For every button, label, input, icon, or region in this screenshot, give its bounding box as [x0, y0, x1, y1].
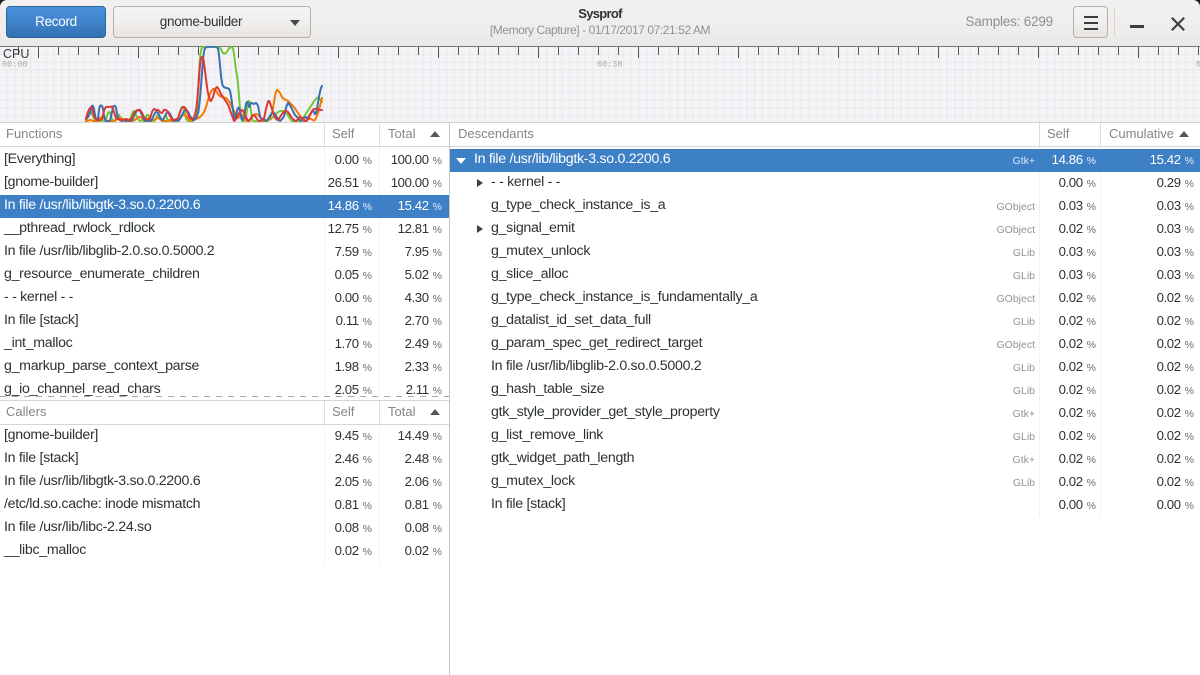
svg-text:01:: 01: [1196, 60, 1200, 70]
svg-text:00:00: 00:00 [2, 60, 28, 70]
svg-text:00:30: 00:30 [597, 60, 623, 70]
